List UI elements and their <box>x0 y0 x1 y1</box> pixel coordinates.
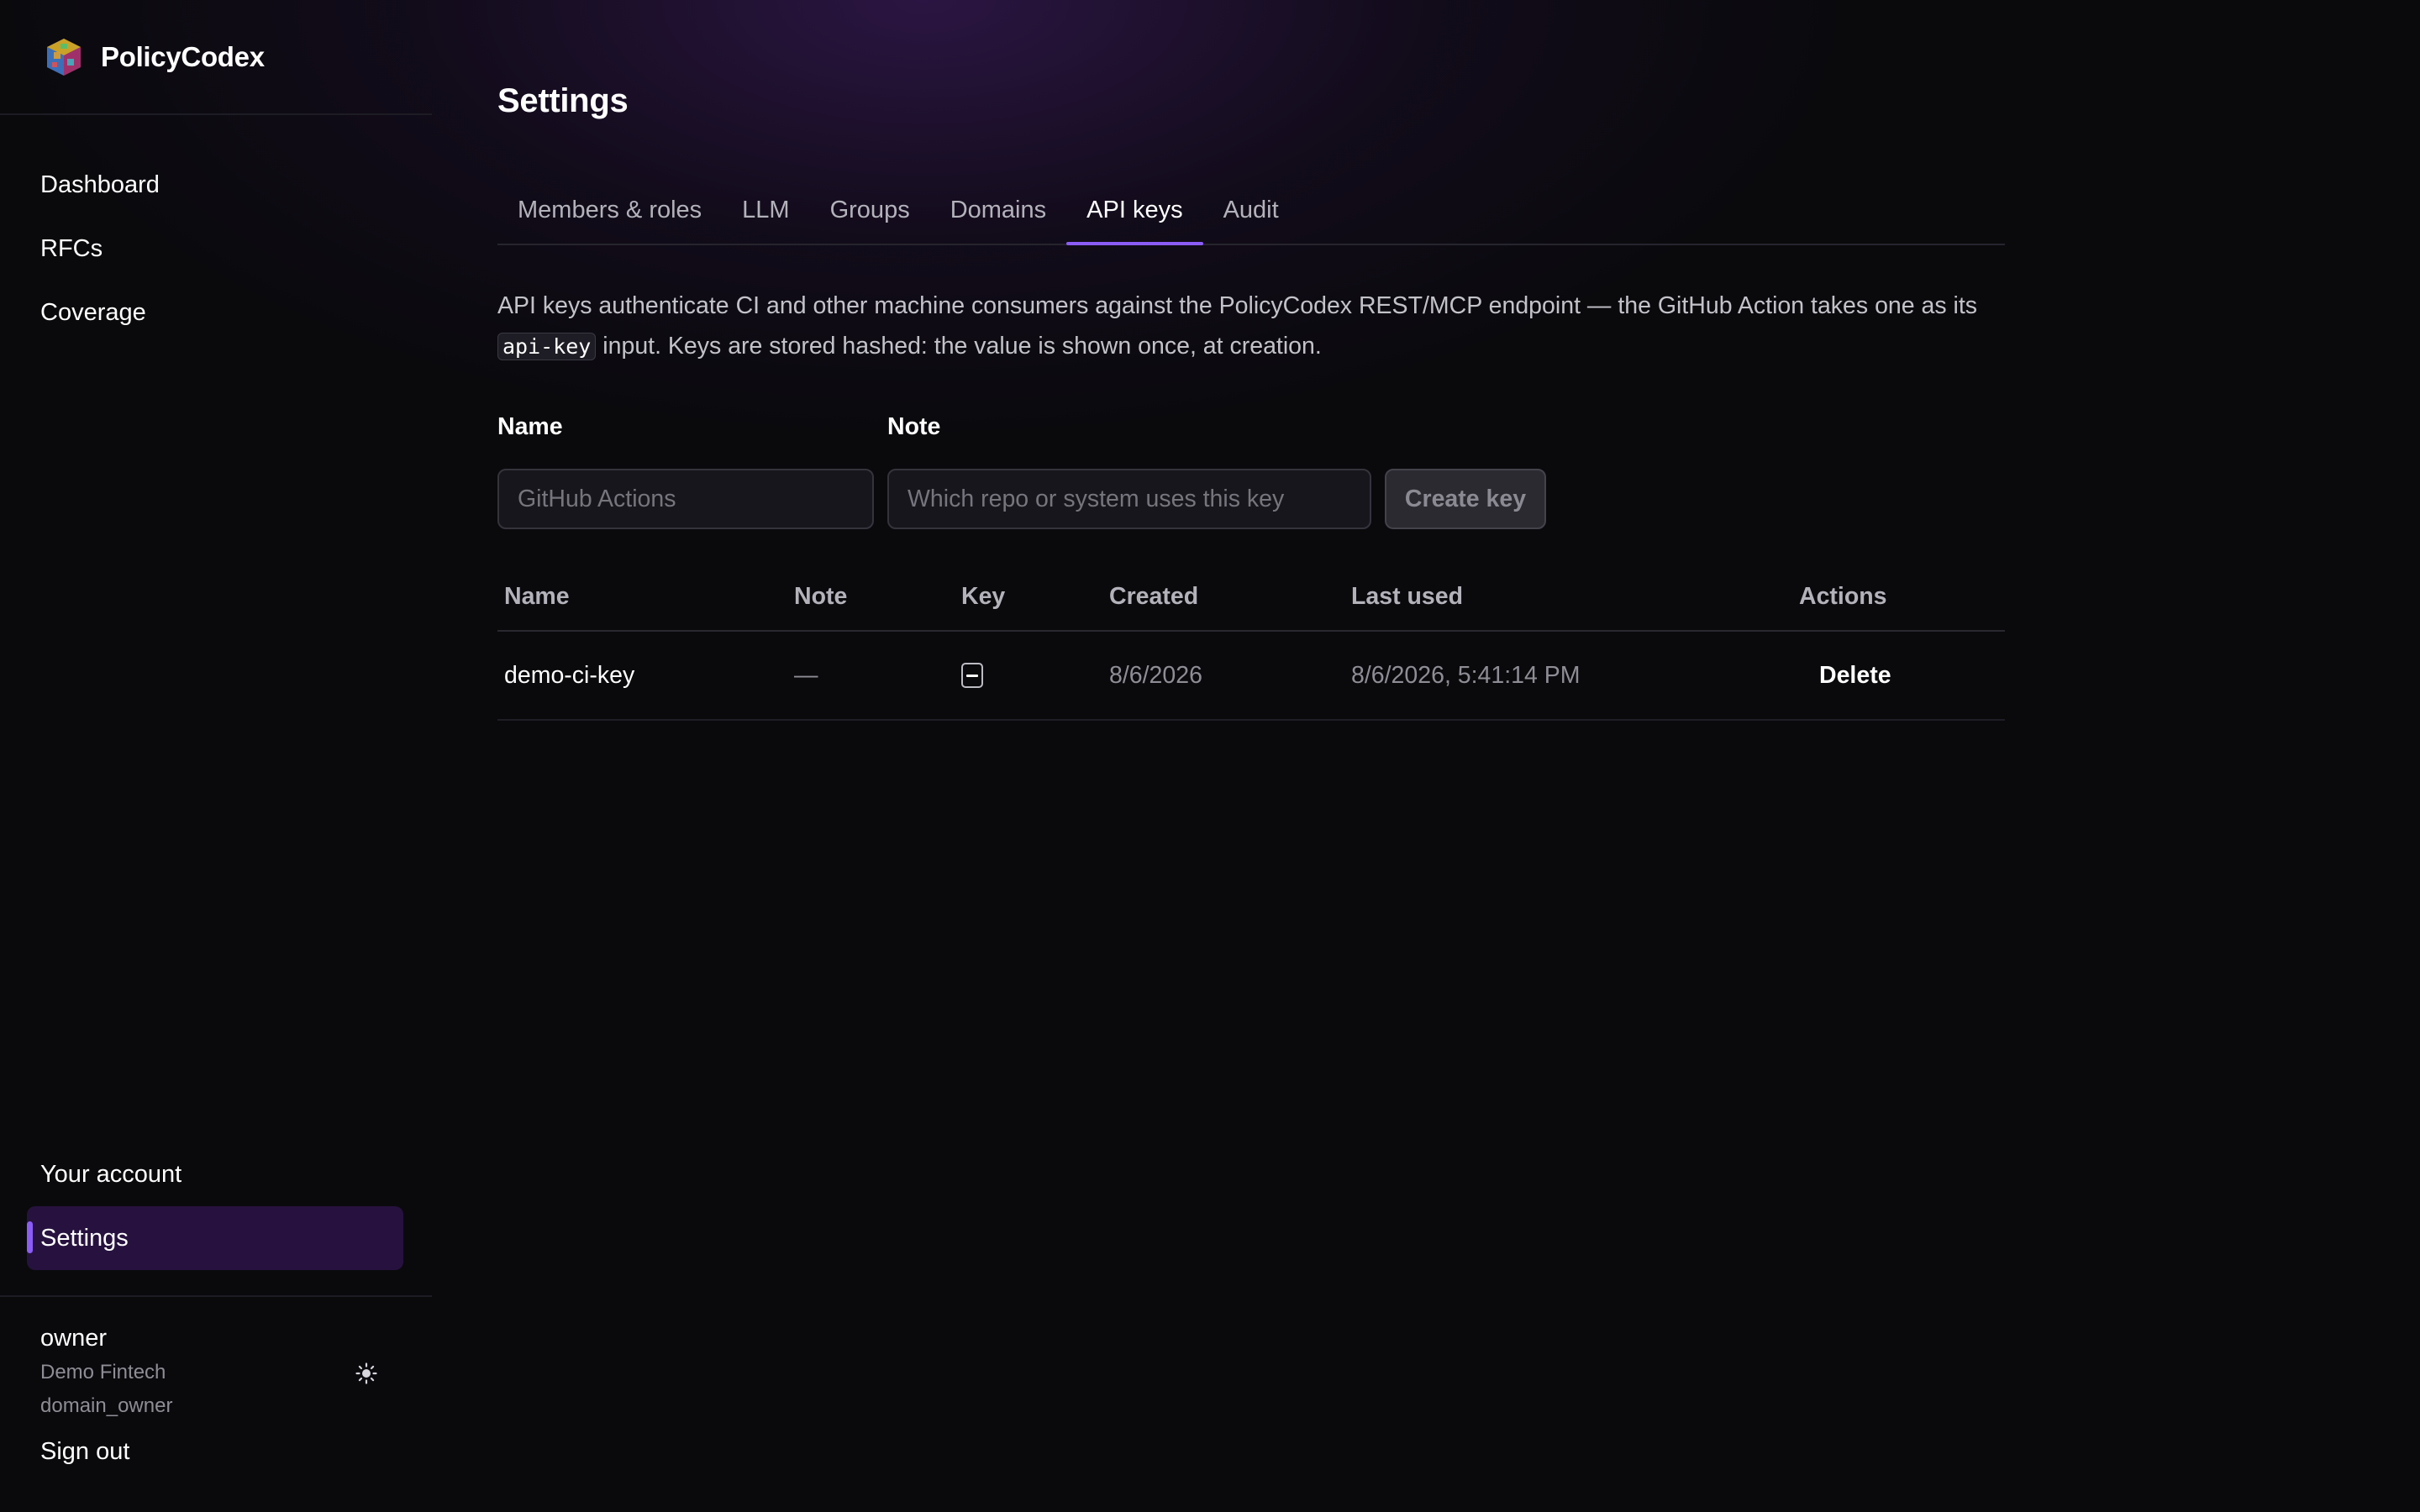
key-created-cell: 8/6/2026 <box>1109 661 1202 689</box>
table-header: Name Note Key Created Last used Actions <box>497 568 2005 632</box>
tab-llm[interactable]: LLM <box>722 183 809 244</box>
sun-icon <box>355 1362 377 1390</box>
create-key-button[interactable]: Create key <box>1385 469 1546 529</box>
page-title: Settings <box>497 82 629 119</box>
sidebar-item-label: Coverage <box>40 298 146 326</box>
tab-api-keys[interactable]: API keys <box>1066 183 1204 245</box>
app-root: PolicyCodex Dashboard RFCs Coverage Your… <box>0 0 2420 1512</box>
sidebar-item-label: RFCs <box>40 234 103 262</box>
sidebar-item-dashboard[interactable]: Dashboard <box>40 153 160 217</box>
sidebar: PolicyCodex Dashboard RFCs Coverage Your… <box>0 0 432 1512</box>
table-row: demo-ci-key — 8/6/2026 8/6/2026, 5:41:14… <box>497 632 2005 721</box>
sidebar-divider-top <box>0 113 432 115</box>
column-header-key: Key <box>961 582 1006 610</box>
column-header-name: Name <box>504 582 570 610</box>
tab-members-roles[interactable]: Members & roles <box>497 183 722 244</box>
key-name-cell: demo-ci-key <box>504 661 635 689</box>
column-header-created: Created <box>1109 582 1199 610</box>
user-org: Demo Fintech <box>40 1361 166 1383</box>
sign-out-button[interactable]: Sign out <box>40 1435 393 1468</box>
key-last-used-cell: 8/6/2026, 5:41:14 PM <box>1351 661 1581 689</box>
column-header-note: Note <box>794 582 848 610</box>
api-keys-table: Name Note Key Created Last used Actions … <box>497 568 2005 721</box>
key-name-input[interactable] <box>497 469 874 529</box>
sidebar-item-label: Your account <box>40 1160 182 1188</box>
column-header-actions: Actions <box>1799 582 1887 610</box>
key-note-input[interactable] <box>887 469 1371 529</box>
description-text-2: input. Keys are stored hashed: the value… <box>602 333 1322 360</box>
api-keys-description: API keys authenticate CI and other machi… <box>497 286 2005 367</box>
user-panel: owner Demo Fintech domain_owner Sign out <box>40 1320 393 1468</box>
tab-domains[interactable]: Domains <box>930 183 1066 244</box>
sidebar-item-label: Dashboard <box>40 171 160 198</box>
user-name: owner <box>40 1325 107 1352</box>
user-role: domain_owner <box>40 1394 173 1417</box>
sidebar-nav: Dashboard RFCs Coverage <box>40 153 160 344</box>
note-label: Note <box>887 413 941 440</box>
sidebar-item-settings[interactable]: Settings <box>27 1206 403 1270</box>
tab-groups[interactable]: Groups <box>810 183 930 244</box>
theme-toggle-button[interactable] <box>351 1361 381 1391</box>
policycodex-logo-icon <box>42 35 86 79</box>
sidebar-bottom-nav: Your account Settings <box>27 1142 403 1270</box>
masked-key-icon[interactable] <box>961 663 983 688</box>
description-text: API keys authenticate CI and other machi… <box>497 292 1978 319</box>
brand[interactable]: PolicyCodex <box>42 34 265 81</box>
app-name: PolicyCodex <box>101 41 265 72</box>
column-header-last-used: Last used <box>1351 582 1464 610</box>
api-key-code: api-key <box>497 333 597 360</box>
sidebar-item-your-account[interactable]: Your account <box>27 1142 403 1206</box>
settings-tabs: Members & roles LLM Groups Domains API k… <box>497 183 2005 245</box>
tab-audit[interactable]: Audit <box>1203 183 1299 244</box>
sidebar-item-coverage[interactable]: Coverage <box>40 281 160 344</box>
key-note-cell: — <box>794 661 818 689</box>
delete-key-button[interactable]: Delete <box>1799 657 1912 695</box>
sidebar-item-rfcs[interactable]: RFCs <box>40 217 160 281</box>
name-label: Name <box>497 413 563 440</box>
key-actions-cell: Delete <box>1799 632 1912 719</box>
sidebar-item-label: Settings <box>40 1224 129 1252</box>
sidebar-divider-bottom <box>0 1295 432 1297</box>
key-cell <box>961 632 983 719</box>
